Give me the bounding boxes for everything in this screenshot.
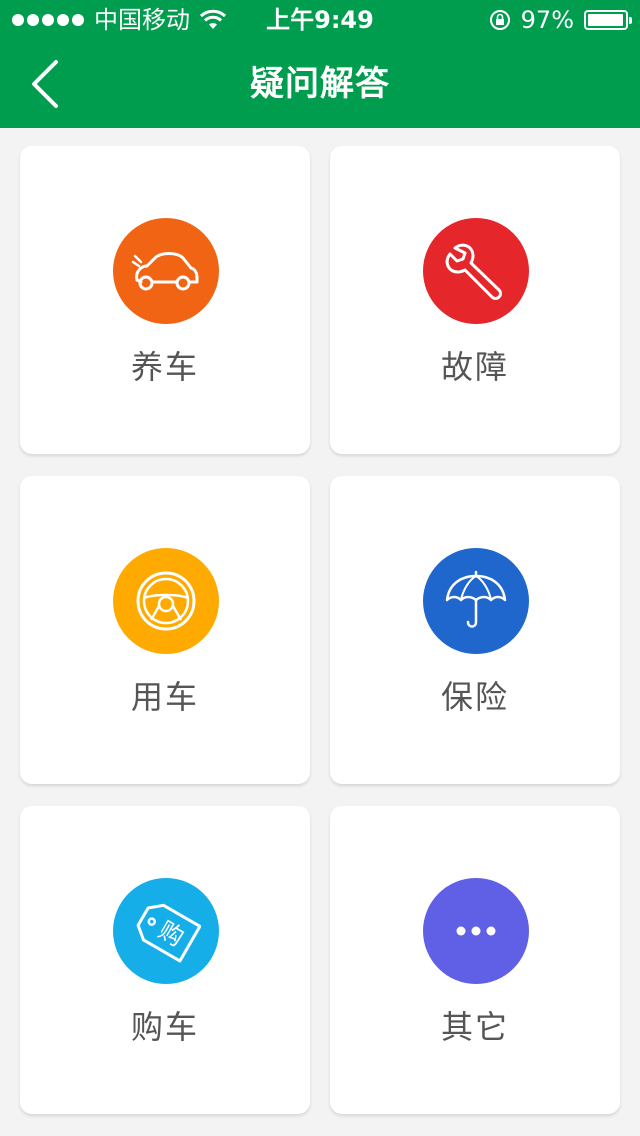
category-label: 故障 xyxy=(440,348,509,386)
battery-percent: 97% xyxy=(520,6,574,34)
icon-circle xyxy=(113,218,219,324)
tag-icon: 购 xyxy=(136,903,201,963)
status-right: 97% xyxy=(489,6,632,34)
header: 中国移动 上午9:49 97% 疑问解答 xyxy=(0,0,640,128)
category-card-maintenance[interactable]: 养车 xyxy=(20,146,310,454)
more-icon xyxy=(456,926,496,936)
icon-circle: 购 xyxy=(113,878,219,984)
battery-level xyxy=(588,14,623,26)
category-card-purchase[interactable]: 购 购车 xyxy=(20,806,310,1114)
category-label: 购车 xyxy=(130,1008,199,1046)
status-bar: 中国移动 上午9:49 97% xyxy=(0,0,640,40)
tag-text: 购 xyxy=(154,916,189,952)
battery-icon xyxy=(584,10,632,30)
umbrella-icon xyxy=(445,570,507,628)
page-title: 疑问解答 xyxy=(250,64,390,104)
icon-circle xyxy=(113,548,219,654)
category-label: 保险 xyxy=(440,678,509,716)
icon-circle xyxy=(423,548,529,654)
category-card-usage[interactable]: 用车 xyxy=(20,476,310,784)
category-card-other[interactable]: 其它 xyxy=(330,806,620,1114)
category-card-fault[interactable]: 故障 xyxy=(330,146,620,454)
category-label: 用车 xyxy=(130,678,199,716)
steering-wheel-icon xyxy=(136,571,196,631)
icon-circle xyxy=(423,878,529,984)
category-label: 其它 xyxy=(440,1008,509,1046)
navigation-bar: 疑问解答 xyxy=(0,40,640,128)
rotation-lock-icon xyxy=(489,10,510,30)
icon-circle xyxy=(423,218,529,324)
car-icon xyxy=(131,252,199,291)
category-label: 养车 xyxy=(130,348,199,386)
category-card-insurance[interactable]: 保险 xyxy=(330,476,620,784)
wrench-icon xyxy=(445,243,502,300)
